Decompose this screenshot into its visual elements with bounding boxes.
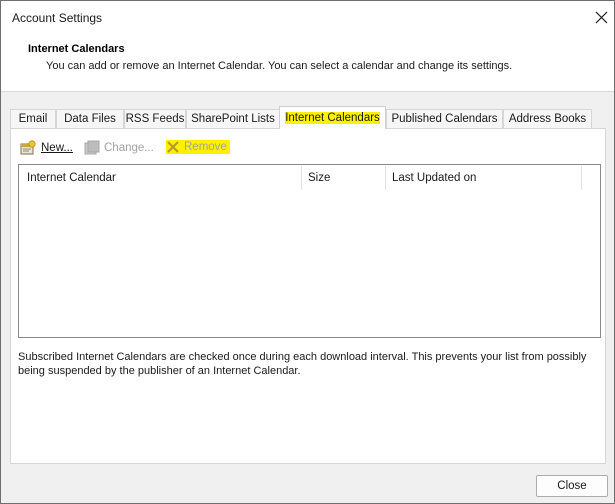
column-label: Last Updated on (392, 171, 477, 184)
tab-label: SharePoint Lists (191, 113, 275, 125)
new-button[interactable]: New... (20, 140, 73, 156)
section-description: You can add or remove an Internet Calend… (46, 60, 513, 72)
tab-internet-calendars[interactable]: Internet Calendars (279, 106, 386, 129)
window-title: Account Settings (12, 11, 103, 25)
title-bar: Account Settings (1, 1, 614, 34)
column-label: Size (308, 171, 331, 184)
account-settings-dialog: Account Settings Internet Calendars You … (0, 0, 615, 504)
tab-data-files[interactable]: Data Files (56, 109, 124, 128)
section-title: Internet Calendars (28, 43, 125, 55)
close-button-label: Close (557, 480, 587, 492)
tab-address-books[interactable]: Address Books (503, 109, 592, 128)
close-icon (595, 11, 607, 23)
subscription-notice: Subscribed Internet Calendars are checke… (18, 351, 587, 377)
column-header-size[interactable]: Size (308, 165, 383, 190)
column-divider[interactable] (301, 166, 302, 190)
column-label: Internet Calendar (27, 171, 116, 184)
close-window-button[interactable] (589, 5, 613, 29)
internet-calendar-list[interactable]: Internet Calendar Size Last Updated on (18, 164, 601, 338)
column-header-internet-calendar[interactable]: Internet Calendar (27, 165, 297, 190)
tab-label: Email (18, 113, 48, 125)
change-calendar-icon (84, 140, 100, 155)
new-button-label: New... (41, 142, 73, 154)
tab-label: Data Files (64, 113, 116, 125)
column-divider[interactable] (385, 166, 386, 190)
remove-button-label: Remove (184, 141, 227, 153)
tab-email[interactable]: Email (10, 109, 56, 128)
new-calendar-icon (20, 140, 36, 155)
remove-highlight: Remove (166, 140, 230, 154)
tab-rss-feeds[interactable]: RSS Feeds (124, 109, 186, 128)
remove-x-icon (167, 141, 179, 153)
remove-button[interactable]: Remove (166, 140, 230, 154)
column-divider[interactable] (581, 166, 582, 190)
tab-label: Published Calendars (391, 113, 498, 125)
change-button[interactable]: Change... (84, 140, 154, 156)
tab-label: Internet Calendars (285, 112, 380, 124)
tab-label: RSS Feeds (125, 113, 185, 125)
tab-label: Address Books (508, 113, 587, 125)
close-button[interactable]: Close (536, 475, 608, 497)
tab-sharepoint-lists[interactable]: SharePoint Lists (186, 109, 280, 128)
change-button-label: Change... (104, 142, 154, 154)
column-header-last-updated[interactable]: Last Updated on (392, 165, 582, 190)
tab-published-calendars[interactable]: Published Calendars (386, 109, 503, 128)
dialog-header: Internet Calendars You can add or remove… (1, 34, 614, 91)
